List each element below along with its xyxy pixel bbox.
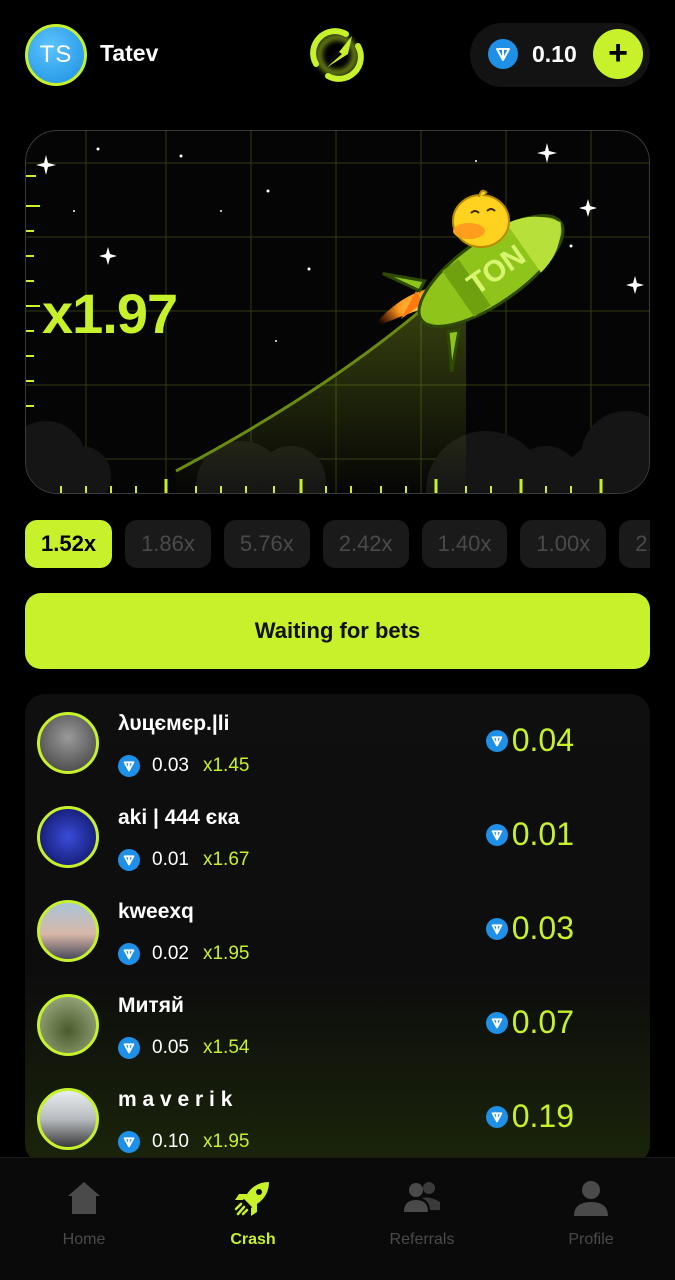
nav-profile[interactable]: Profile bbox=[531, 1178, 651, 1249]
player-avatar bbox=[37, 1088, 99, 1150]
header: TS Tatev 0.10 + bbox=[0, 0, 675, 110]
win-amount: 0.03 bbox=[511, 910, 574, 946]
user-avatar[interactable]: TS bbox=[25, 24, 87, 86]
crash-game-canvas: TON x1.97 bbox=[25, 130, 650, 494]
app-logo-icon bbox=[306, 24, 368, 86]
ton-icon bbox=[485, 917, 508, 940]
bottom-nav: Home Crash Referrals Profile bbox=[0, 1157, 675, 1280]
player-name: aki | 444 єка bbox=[118, 806, 240, 829]
bet-amount: 0.10 bbox=[152, 1131, 189, 1152]
bet-row: kweexq 0.02 x1.95 0.03 bbox=[25, 882, 650, 976]
bet-amount: 0.03 bbox=[152, 755, 189, 776]
player-avatar bbox=[37, 900, 99, 962]
ton-icon bbox=[118, 849, 140, 871]
bet-win: 0.03 bbox=[485, 910, 574, 947]
nav-home[interactable]: Home bbox=[24, 1178, 144, 1249]
history-chip: 1.52x bbox=[25, 520, 113, 568]
bet-multiplier: x1.95 bbox=[202, 1131, 250, 1152]
ton-icon bbox=[118, 1037, 140, 1059]
history-chip: 1.86x bbox=[125, 520, 211, 568]
bet-win: 0.04 bbox=[485, 722, 574, 759]
ton-icon bbox=[118, 755, 140, 777]
bet-details: 0.05 x1.54 bbox=[118, 1036, 249, 1060]
ton-icon bbox=[485, 823, 508, 846]
bet-row: λυцємєр.|li 0.03 x1.45 0.04 bbox=[25, 694, 650, 788]
bet-button[interactable]: Waiting for bets bbox=[25, 593, 650, 669]
nav-referrals[interactable]: Referrals bbox=[362, 1178, 482, 1249]
balance-pill: 0.10 + bbox=[470, 23, 650, 87]
bet-multiplier: x1.54 bbox=[202, 1037, 250, 1058]
bet-win: 0.19 bbox=[485, 1098, 574, 1135]
ton-icon bbox=[485, 1011, 508, 1034]
bet-multiplier: x1.67 bbox=[202, 849, 250, 870]
bet-details: 0.03 x1.45 bbox=[118, 754, 249, 778]
nav-label: Profile bbox=[568, 1231, 614, 1248]
bet-details: 0.02 x1.95 bbox=[118, 942, 249, 966]
bets-list: λυцємєр.|li 0.03 x1.45 0.04 aki | 444 єк… bbox=[25, 694, 650, 1164]
current-multiplier: x1.97 bbox=[42, 282, 178, 345]
ton-icon bbox=[118, 1131, 140, 1153]
player-avatar bbox=[37, 806, 99, 868]
ton-icon bbox=[485, 1105, 508, 1128]
multiplier-history: 1.52x1.86x5.76x2.42x1.40x1.00x 2.74x bbox=[25, 520, 650, 568]
nav-label: Crash bbox=[230, 1231, 276, 1248]
nav-crash[interactable]: Crash bbox=[193, 1178, 313, 1249]
rocket-icon bbox=[234, 1182, 269, 1216]
win-amount: 0.04 bbox=[511, 722, 574, 758]
win-amount: 0.07 bbox=[511, 1004, 574, 1040]
win-amount: 0.01 bbox=[511, 816, 574, 852]
username: Tatev bbox=[100, 40, 159, 66]
win-amount: 0.19 bbox=[511, 1098, 574, 1134]
history-chip: 2.74x bbox=[619, 520, 650, 568]
player-name: kweexq bbox=[118, 900, 194, 923]
history-chip: 1.40x bbox=[421, 520, 508, 568]
avatar-initials: TS bbox=[39, 41, 73, 68]
ton-icon bbox=[118, 943, 140, 965]
player-name: m a v e r i k bbox=[118, 1088, 233, 1111]
profile-icon bbox=[574, 1181, 608, 1216]
history-chip: 5.76x bbox=[223, 520, 310, 568]
player-avatar bbox=[37, 712, 99, 774]
bet-row: aki | 444 єка 0.01 x1.67 0.01 bbox=[25, 788, 650, 882]
ton-icon bbox=[485, 729, 508, 752]
nav-label: Home bbox=[62, 1231, 106, 1248]
bet-details: 0.10 x1.95 bbox=[118, 1130, 249, 1154]
ton-icon bbox=[488, 39, 518, 69]
player-name: λυцємєр.|li bbox=[118, 712, 230, 735]
bet-row: Митяй 0.05 x1.54 0.07 bbox=[25, 976, 650, 1070]
balance-value: 0.10 bbox=[532, 41, 577, 67]
bet-win: 0.01 bbox=[485, 816, 574, 853]
history-chip: 1.00x bbox=[520, 520, 607, 568]
history-chip: 2.42x bbox=[322, 520, 409, 568]
player-avatar bbox=[37, 994, 99, 1056]
bet-amount: 0.02 bbox=[152, 943, 189, 964]
nav-label: Referrals bbox=[389, 1231, 455, 1248]
add-funds-button[interactable]: + bbox=[593, 29, 643, 79]
bet-multiplier: x1.45 bbox=[202, 755, 250, 776]
bet-details: 0.01 x1.67 bbox=[118, 848, 249, 872]
bet-multiplier: x1.95 bbox=[202, 943, 250, 964]
bet-win: 0.07 bbox=[485, 1004, 574, 1041]
bet-amount: 0.01 bbox=[152, 849, 189, 870]
bet-amount: 0.05 bbox=[152, 1037, 189, 1058]
home-icon bbox=[68, 1182, 100, 1214]
player-name: Митяй bbox=[118, 994, 184, 1017]
bet-row: m a v e r i k 0.10 x1.95 0.19 bbox=[25, 1070, 650, 1164]
users-icon bbox=[404, 1182, 440, 1212]
